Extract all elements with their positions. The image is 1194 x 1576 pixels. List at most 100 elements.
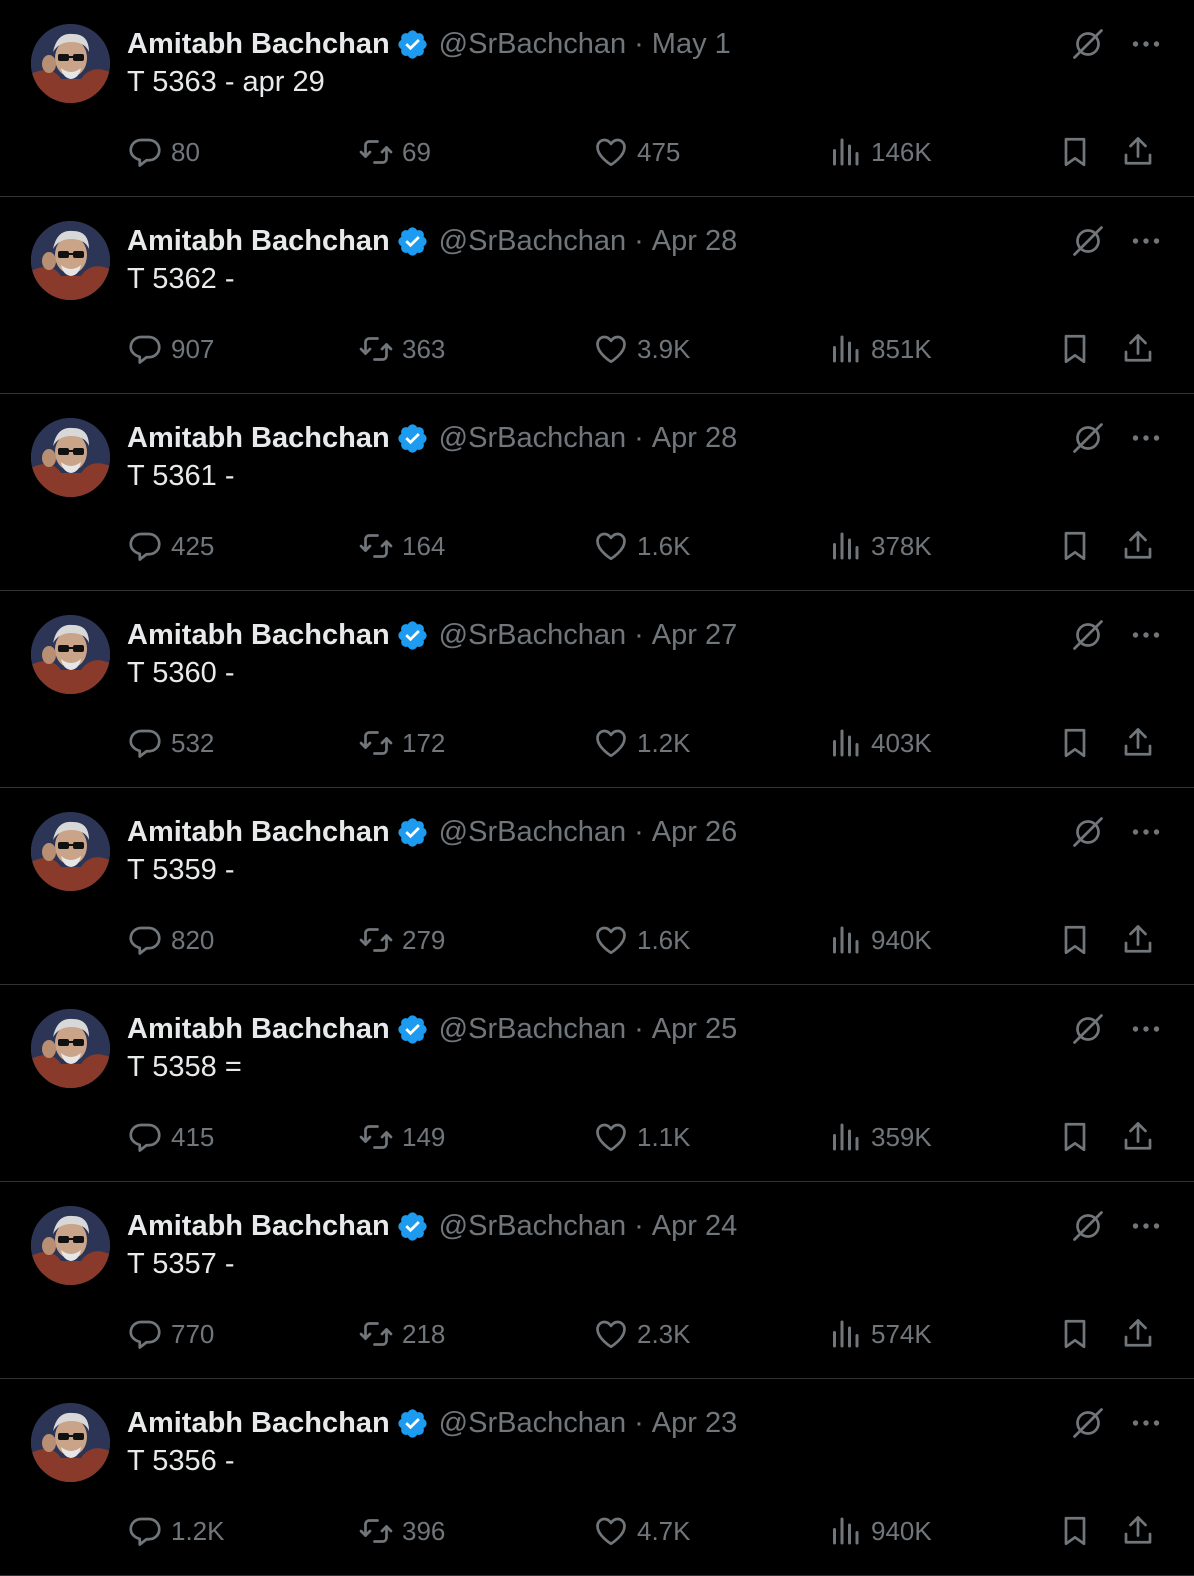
like-button[interactable]: 1.1K bbox=[593, 1117, 691, 1157]
avatar[interactable] bbox=[31, 1009, 110, 1088]
verified-badge-icon[interactable] bbox=[396, 28, 429, 61]
views-button[interactable]: 146K bbox=[827, 132, 932, 172]
display-name[interactable]: Amitabh Bachchan bbox=[127, 28, 390, 61]
handle[interactable]: @SrBachchan bbox=[439, 1210, 626, 1243]
like-button[interactable]: 3.9K bbox=[593, 329, 691, 369]
avatar[interactable] bbox=[31, 1206, 110, 1285]
retweet-button[interactable]: 172 bbox=[358, 723, 445, 763]
reply-button[interactable]: 532 bbox=[127, 723, 214, 763]
views-button[interactable]: 403K bbox=[827, 723, 932, 763]
grok-icon[interactable] bbox=[1070, 223, 1106, 259]
timestamp[interactable]: Apr 26 bbox=[652, 816, 737, 849]
tweet[interactable]: Amitabh Bachchan @SrBachchan · Apr 28 T … bbox=[0, 197, 1194, 394]
bookmark-button[interactable] bbox=[1057, 1511, 1093, 1551]
share-button[interactable] bbox=[1120, 329, 1156, 369]
views-button[interactable]: 359K bbox=[827, 1117, 932, 1157]
avatar[interactable] bbox=[31, 1403, 110, 1482]
retweet-button[interactable]: 279 bbox=[358, 920, 445, 960]
retweet-button[interactable]: 164 bbox=[358, 526, 445, 566]
bookmark-button[interactable] bbox=[1057, 132, 1093, 172]
retweet-button[interactable]: 149 bbox=[358, 1117, 445, 1157]
display-name[interactable]: Amitabh Bachchan bbox=[127, 619, 390, 652]
share-button[interactable] bbox=[1120, 132, 1156, 172]
views-button[interactable]: 378K bbox=[827, 526, 932, 566]
more-icon[interactable] bbox=[1128, 1208, 1164, 1244]
share-button[interactable] bbox=[1120, 1511, 1156, 1551]
like-button[interactable]: 1.6K bbox=[593, 526, 691, 566]
share-button[interactable] bbox=[1120, 723, 1156, 763]
tweet[interactable]: Amitabh Bachchan @SrBachchan · Apr 23 T … bbox=[0, 1379, 1194, 1576]
views-button[interactable]: 940K bbox=[827, 920, 932, 960]
tweet[interactable]: Amitabh Bachchan @SrBachchan · Apr 26 T … bbox=[0, 788, 1194, 985]
grok-icon[interactable] bbox=[1070, 814, 1106, 850]
handle[interactable]: @SrBachchan bbox=[439, 816, 626, 849]
reply-button[interactable]: 820 bbox=[127, 920, 214, 960]
like-button[interactable]: 2.3K bbox=[593, 1314, 691, 1354]
grok-icon[interactable] bbox=[1070, 617, 1106, 653]
share-button[interactable] bbox=[1120, 1117, 1156, 1157]
like-button[interactable]: 1.6K bbox=[593, 920, 691, 960]
avatar[interactable] bbox=[31, 418, 110, 497]
tweet[interactable]: Amitabh Bachchan @SrBachchan · Apr 25 T … bbox=[0, 985, 1194, 1182]
handle[interactable]: @SrBachchan bbox=[439, 1013, 626, 1046]
tweet[interactable]: Amitabh Bachchan @SrBachchan · Apr 24 T … bbox=[0, 1182, 1194, 1379]
verified-badge-icon[interactable] bbox=[396, 1407, 429, 1440]
more-icon[interactable] bbox=[1128, 617, 1164, 653]
timestamp[interactable]: Apr 24 bbox=[652, 1210, 737, 1243]
retweet-button[interactable]: 218 bbox=[358, 1314, 445, 1354]
bookmark-button[interactable] bbox=[1057, 329, 1093, 369]
avatar[interactable] bbox=[31, 615, 110, 694]
reply-button[interactable]: 425 bbox=[127, 526, 214, 566]
handle[interactable]: @SrBachchan bbox=[439, 28, 626, 61]
display-name[interactable]: Amitabh Bachchan bbox=[127, 1210, 390, 1243]
more-icon[interactable] bbox=[1128, 420, 1164, 456]
share-button[interactable] bbox=[1120, 1314, 1156, 1354]
timestamp[interactable]: Apr 28 bbox=[652, 225, 737, 258]
reply-button[interactable]: 80 bbox=[127, 132, 200, 172]
more-icon[interactable] bbox=[1128, 1011, 1164, 1047]
display-name[interactable]: Amitabh Bachchan bbox=[127, 422, 390, 455]
verified-badge-icon[interactable] bbox=[396, 225, 429, 258]
display-name[interactable]: Amitabh Bachchan bbox=[127, 816, 390, 849]
grok-icon[interactable] bbox=[1070, 1011, 1106, 1047]
display-name[interactable]: Amitabh Bachchan bbox=[127, 1013, 390, 1046]
handle[interactable]: @SrBachchan bbox=[439, 422, 626, 455]
reply-button[interactable]: 1.2K bbox=[127, 1511, 225, 1551]
more-icon[interactable] bbox=[1128, 814, 1164, 850]
retweet-button[interactable]: 363 bbox=[358, 329, 445, 369]
verified-badge-icon[interactable] bbox=[396, 619, 429, 652]
more-icon[interactable] bbox=[1128, 223, 1164, 259]
timestamp[interactable]: May 1 bbox=[652, 28, 731, 61]
verified-badge-icon[interactable] bbox=[396, 422, 429, 455]
grok-icon[interactable] bbox=[1070, 1405, 1106, 1441]
like-button[interactable]: 1.2K bbox=[593, 723, 691, 763]
share-button[interactable] bbox=[1120, 526, 1156, 566]
avatar[interactable] bbox=[31, 812, 110, 891]
avatar[interactable] bbox=[31, 24, 110, 103]
retweet-button[interactable]: 396 bbox=[358, 1511, 445, 1551]
reply-button[interactable]: 415 bbox=[127, 1117, 214, 1157]
reply-button[interactable]: 907 bbox=[127, 329, 214, 369]
views-button[interactable]: 574K bbox=[827, 1314, 932, 1354]
verified-badge-icon[interactable] bbox=[396, 1013, 429, 1046]
verified-badge-icon[interactable] bbox=[396, 816, 429, 849]
grok-icon[interactable] bbox=[1070, 420, 1106, 456]
display-name[interactable]: Amitabh Bachchan bbox=[127, 1407, 390, 1440]
bookmark-button[interactable] bbox=[1057, 920, 1093, 960]
timestamp[interactable]: Apr 28 bbox=[652, 422, 737, 455]
bookmark-button[interactable] bbox=[1057, 526, 1093, 566]
handle[interactable]: @SrBachchan bbox=[439, 1407, 626, 1440]
verified-badge-icon[interactable] bbox=[396, 1210, 429, 1243]
timestamp[interactable]: Apr 27 bbox=[652, 619, 737, 652]
share-button[interactable] bbox=[1120, 920, 1156, 960]
avatar[interactable] bbox=[31, 221, 110, 300]
like-button[interactable]: 475 bbox=[593, 132, 680, 172]
retweet-button[interactable]: 69 bbox=[358, 132, 431, 172]
views-button[interactable]: 940K bbox=[827, 1511, 932, 1551]
handle[interactable]: @SrBachchan bbox=[439, 225, 626, 258]
display-name[interactable]: Amitabh Bachchan bbox=[127, 225, 390, 258]
grok-icon[interactable] bbox=[1070, 26, 1106, 62]
tweet[interactable]: Amitabh Bachchan @SrBachchan · Apr 27 T … bbox=[0, 591, 1194, 788]
bookmark-button[interactable] bbox=[1057, 723, 1093, 763]
grok-icon[interactable] bbox=[1070, 1208, 1106, 1244]
